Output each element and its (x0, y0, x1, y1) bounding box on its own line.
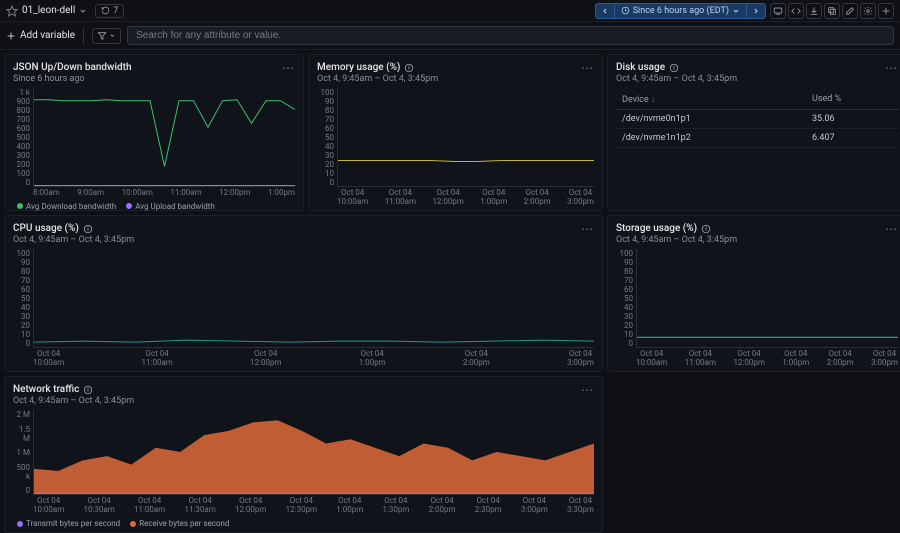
panel-menu-icon[interactable]: ⋯ (581, 225, 594, 233)
panel-title: Storage usage (%) (616, 223, 711, 234)
panel-cpu: CPU usage (%) ⋯ Oct 4, 9:45am – Oct 4, 3… (4, 215, 603, 372)
panel-storage: Storage usage (%) ⋯ Oct 4, 9:45am – Oct … (607, 215, 900, 372)
chart-area[interactable] (33, 410, 594, 495)
panel-title: CPU usage (%) (13, 223, 93, 234)
panel-menu-icon[interactable]: ⋯ (581, 386, 594, 394)
panel-title: JSON Up/Down bandwidth (13, 62, 132, 73)
table-row[interactable]: /dev/nvme1n1p26.407 (616, 129, 898, 148)
empty-cell (607, 376, 900, 533)
panel-subtitle: Oct 4, 9:45am – Oct 4, 3:45pm (616, 74, 898, 84)
download-icon[interactable] (806, 3, 822, 19)
table-header: Device ↓ Used % (616, 90, 898, 110)
panel-title: Network traffic (13, 384, 93, 395)
panel-bandwidth: JSON Up/Down bandwidth ⋯ Since 6 hours a… (4, 54, 304, 211)
copy-icon[interactable] (824, 3, 840, 19)
filter-button[interactable] (92, 28, 121, 44)
info-icon[interactable] (83, 224, 93, 234)
table-row[interactable]: /dev/nvme0n1p135.06 (616, 110, 898, 129)
dashboard-title[interactable]: 01_leon-dell (22, 5, 75, 16)
chart-area[interactable] (337, 88, 594, 187)
info-icon[interactable] (669, 63, 679, 73)
tv-icon[interactable] (770, 3, 786, 19)
star-icon[interactable] (6, 5, 18, 17)
panel-memory: Memory usage (%) ⋯ Oct 4, 9:45am – Oct 4… (308, 54, 603, 211)
legend-item[interactable]: Receive bytes per second (130, 519, 229, 528)
chevron-down-icon (732, 7, 740, 15)
info-icon[interactable] (83, 385, 93, 395)
legend-item[interactable]: Transmit bytes per second (17, 519, 120, 528)
time-prev-icon[interactable] (596, 4, 615, 18)
chart-area[interactable] (33, 249, 594, 348)
info-icon[interactable] (701, 224, 711, 234)
panel-subtitle: Oct 4, 9:45am – Oct 4, 3:45pm (13, 396, 594, 406)
panel-menu-icon[interactable]: ⋯ (581, 64, 594, 72)
edit-icon[interactable] (842, 3, 858, 19)
info-icon[interactable] (404, 63, 414, 73)
panel-subtitle: Oct 4, 9:45am – Oct 4, 3:45pm (13, 235, 594, 245)
panel-disk: Disk usage ⋯ Oct 4, 9:45am – Oct 4, 3:45… (607, 54, 900, 211)
time-next-icon[interactable] (746, 4, 765, 18)
search-input[interactable] (127, 26, 894, 45)
chart-area[interactable] (636, 249, 898, 348)
add-variable-button[interactable]: Add variable (6, 30, 75, 41)
chart-area[interactable] (33, 88, 295, 187)
chevron-down-icon[interactable] (79, 7, 87, 15)
panel-menu-icon[interactable]: ⋯ (885, 64, 898, 72)
panel-network: Network traffic ⋯ Oct 4, 9:45am – Oct 4,… (4, 376, 603, 533)
legend-item[interactable]: Avg Upload bandwidth (126, 202, 215, 211)
panel-subtitle: Oct 4, 9:45am – Oct 4, 3:45pm (616, 235, 898, 245)
add-icon[interactable] (878, 3, 894, 19)
panel-title: Memory usage (%) (317, 62, 414, 73)
panel-title: Disk usage (616, 62, 679, 73)
panel-menu-icon[interactable]: ⋯ (282, 64, 295, 72)
clock-icon (621, 6, 630, 15)
code-icon[interactable] (788, 3, 804, 19)
panel-subtitle: Since 6 hours ago (13, 74, 295, 84)
legend-item[interactable]: Avg Download bandwidth (17, 202, 116, 211)
panel-menu-icon[interactable]: ⋯ (885, 225, 898, 233)
gear-icon[interactable] (860, 3, 876, 19)
time-picker[interactable]: Since 6 hours ago (EDT) (595, 3, 766, 19)
panel-subtitle: Oct 4, 9:45am – Oct 4, 3:45pm (317, 74, 594, 84)
reload-badge[interactable]: 7 (95, 4, 124, 18)
